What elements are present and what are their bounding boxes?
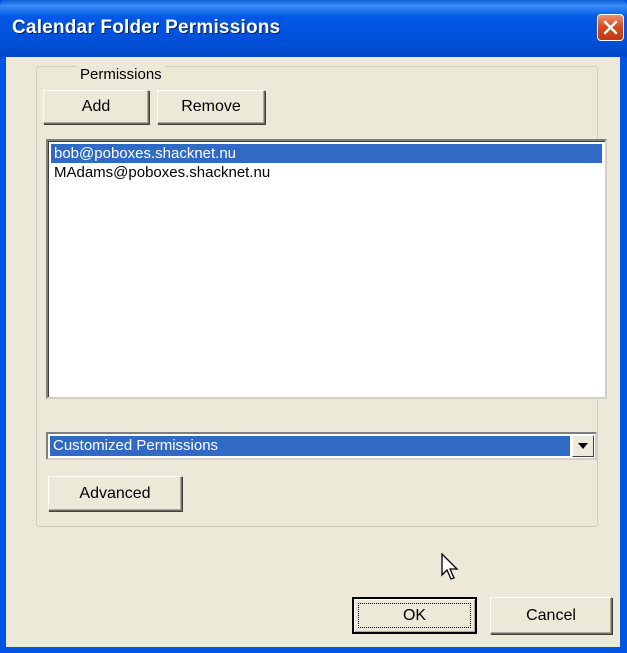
dialog-window: Calendar Folder Permissions Permissions … <box>0 0 627 653</box>
close-button[interactable] <box>597 14 624 41</box>
chevron-down-icon <box>578 443 588 449</box>
remove-button-label: Remove <box>181 98 241 115</box>
dialog-body: Permissions Add Remove bob@poboxes.shack… <box>6 57 620 647</box>
cancel-button-label: Cancel <box>526 606 576 624</box>
add-button[interactable]: Add <box>43 90 149 124</box>
mouse-pointer-icon <box>441 553 459 580</box>
cancel-button[interactable]: Cancel <box>490 597 612 634</box>
list-item[interactable]: bob@poboxes.shacknet.nu <box>51 144 602 163</box>
remove-button[interactable]: Remove <box>157 90 265 124</box>
close-icon <box>603 20 618 35</box>
dropdown-button[interactable] <box>572 435 594 457</box>
list-item[interactable]: MAdams@poboxes.shacknet.nu <box>51 163 270 182</box>
permissions-group-label: Permissions <box>77 66 165 83</box>
ok-button[interactable]: OK <box>352 597 477 634</box>
permission-level-value: Customized Permissions <box>50 436 570 456</box>
advanced-button-label: Advanced <box>79 484 151 502</box>
title-bar[interactable]: Calendar Folder Permissions <box>0 0 627 57</box>
advanced-button[interactable]: Advanced <box>48 476 182 511</box>
focus-rect <box>358 603 471 628</box>
user-list[interactable]: bob@poboxes.shacknet.nu MAdams@poboxes.s… <box>46 139 607 399</box>
permission-level-select[interactable]: Customized Permissions <box>46 432 597 460</box>
window-title: Calendar Folder Permissions <box>12 17 281 38</box>
add-button-label: Add <box>81 98 111 115</box>
